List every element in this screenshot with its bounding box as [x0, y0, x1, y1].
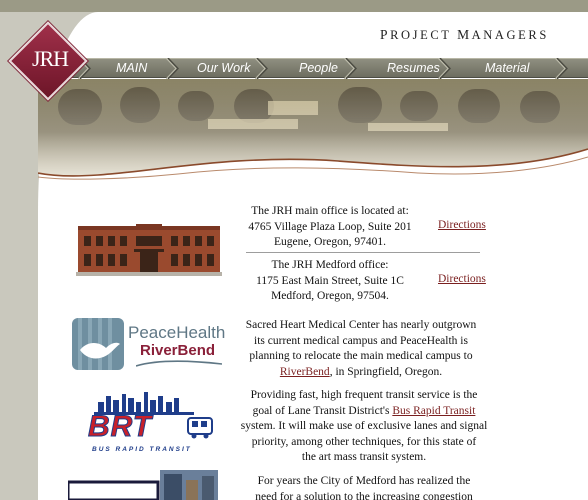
main-office-line1: The JRH main office is located at: — [251, 205, 409, 217]
jrh-logo-text: JRH — [31, 46, 69, 71]
medford-project-line2: need for a solution to the increasing co… — [255, 490, 473, 500]
nav-resumes[interactable]: Resumes — [387, 59, 440, 78]
peacehealth-dove-icon — [72, 318, 124, 370]
nav-separator — [255, 58, 268, 79]
nav-separator — [555, 58, 568, 79]
site-tagline: PROJECT MANAGERS — [380, 27, 549, 42]
brt-line3: system. It will make use of exclusive la… — [240, 420, 488, 432]
office-building-image — [76, 224, 222, 276]
brt-text: Providing fast, high frequent transit se… — [236, 388, 492, 466]
peacehealth-line4: RiverBend, in Springfield, Oregon. — [279, 365, 443, 378]
nav-our-work[interactable]: Our Work — [197, 59, 250, 78]
brt-line5: the art mass transit system. — [301, 451, 427, 463]
peacehealth-logo: PeaceHealth RiverBend — [72, 318, 226, 370]
brt-line1: Providing fast, high frequent transit se… — [250, 389, 478, 401]
medford-office-directions-link[interactable]: Directions — [438, 273, 486, 285]
bus-rapid-transit-link[interactable]: Bus Rapid Transit — [392, 405, 475, 417]
medford-office-line2: 1175 East Main Street, Suite 1C — [256, 274, 404, 287]
nav-separator — [166, 58, 179, 79]
peacehealth-line1: Sacred Heart Medical Center has nearly o… — [245, 319, 477, 331]
peacehealth-line2: its current medical campus and PeaceHeal… — [254, 334, 468, 347]
brt-logo-text: BRT — [87, 410, 153, 444]
medford-office-text: The JRH Medford office: 1175 East Main S… — [240, 258, 420, 305]
nav-separator — [344, 58, 357, 79]
riverbend-logo-name: RiverBend — [140, 342, 216, 359]
medford-project-image — [68, 470, 218, 500]
nav-main[interactable]: MAIN — [116, 59, 147, 78]
medford-project-text: For years the City of Medford has realiz… — [236, 474, 492, 500]
brt-line2: goal of Lane Transit District's Bus Rapi… — [252, 404, 476, 417]
medford-office-line1: The JRH Medford office: — [271, 259, 389, 271]
medford-office-line3: Medford, Oregon, 97504. — [271, 290, 389, 302]
peacehealth-text: Sacred Heart Medical Center has nearly o… — [236, 318, 486, 380]
nav-separator — [438, 58, 451, 79]
bus-icon — [187, 417, 213, 439]
office-divider — [246, 252, 480, 253]
brt-line4: priority, among other techniques, for th… — [251, 435, 477, 448]
main-office-directions-link[interactable]: Directions — [438, 219, 486, 231]
main-office-text: The JRH main office is located at: 4765 … — [240, 204, 420, 251]
brt-logo-subtitle: BUS RAPID TRANSIT — [92, 446, 192, 453]
peacehealth-logo-name: PeaceHealth — [128, 323, 226, 342]
nav-people[interactable]: People — [299, 59, 338, 78]
main-office-line2: 4765 Village Plaza Loop, Suite 201 — [248, 220, 412, 233]
main-navigation: MAIN Our Work People Resumes Material — [52, 58, 588, 79]
peacehealth-line3: planning to relocate the main medical ca… — [249, 350, 473, 362]
brt-logo: BRT BUS RAPID TRANSIT — [86, 392, 218, 456]
top-band — [0, 0, 588, 12]
riverbend-link[interactable]: RiverBend — [280, 366, 330, 378]
banner-photo — [38, 79, 588, 180]
riverbend-swoosh — [136, 360, 222, 367]
nav-material[interactable]: Material — [485, 59, 529, 78]
medford-project-line1: For years the City of Medford has realiz… — [257, 475, 471, 487]
main-office-line3: Eugene, Oregon, 97401. — [273, 236, 387, 248]
